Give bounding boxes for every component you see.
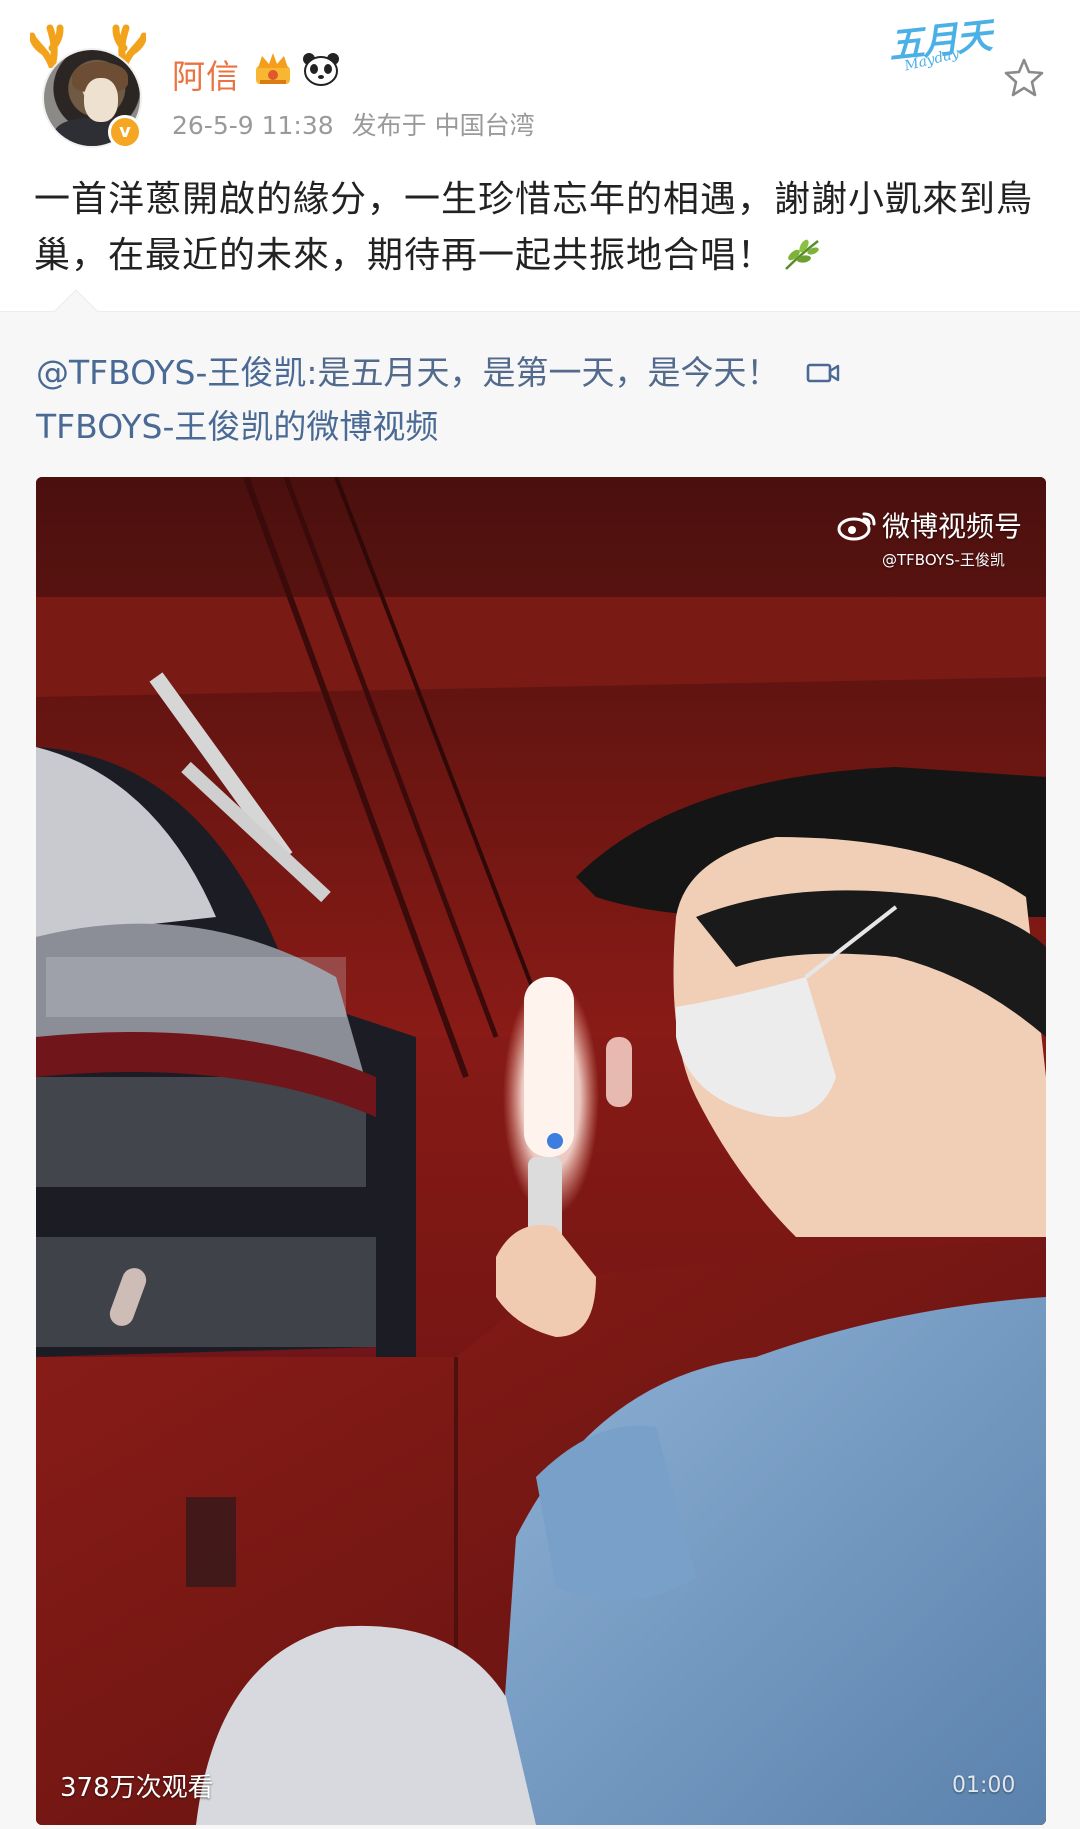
video-link-icon[interactable] [806,360,840,386]
avatar[interactable]: v [30,18,146,149]
video-duration: 01:00 [952,1773,1016,1798]
post-meta: 26-5-9 11:38 发布于 中国台湾 [172,106,535,142]
post-timestamp: 26-5-9 11:38 [172,111,334,140]
watermark: 微博视频号 [836,505,1022,545]
favorite-star-icon[interactable] [1003,56,1045,98]
verified-badge-icon: v [108,115,142,149]
olive-branch-emoji-icon [785,239,819,270]
video-player[interactable]: 微博视频号 @TFBOYS-王俊凯 378万次观看 01:00 [36,477,1046,1825]
watermark-handle: @TFBOYS-王俊凯 [882,551,1005,569]
panda-badge-icon[interactable] [302,52,340,86]
post-location: 发布于 中国台湾 [351,111,535,140]
crown-badge-icon[interactable] [252,50,294,88]
repost-quote-text: :是五月天，是第一天，是今天！ [306,353,780,392]
video-title-link[interactable]: TFBOYS-王俊凯的微博视频 [36,400,438,448]
weibo-logo-icon [837,512,876,541]
mention-link[interactable]: @TFBOYS-王俊凯 [36,353,306,392]
weibo-post: v 阿信 26-5-9 11:38 发布于 中国台湾 五月天 Mayday 一首洋… [0,0,1080,312]
post-body: 一首洋蔥開啟的緣分，一生珍惜忘年的相遇，謝謝小凱來到鳥巢，在最近的未來，期待再一… [34,172,1044,284]
video-frame [36,477,1046,1825]
username[interactable]: 阿信 [172,50,240,98]
post-text: 一首洋蔥開啟的緣分，一生珍惜忘年的相遇，謝謝小凱來到鳥巢，在最近的未來，期待再一… [34,179,1034,276]
view-count: 378万次观看 [60,1773,214,1803]
divider [0,311,1080,312]
watermark-text: 微博视频号 [882,510,1023,543]
repost-quote[interactable]: @TFBOYS-王俊凯:是五月天，是第一天，是今天！ [36,346,840,394]
